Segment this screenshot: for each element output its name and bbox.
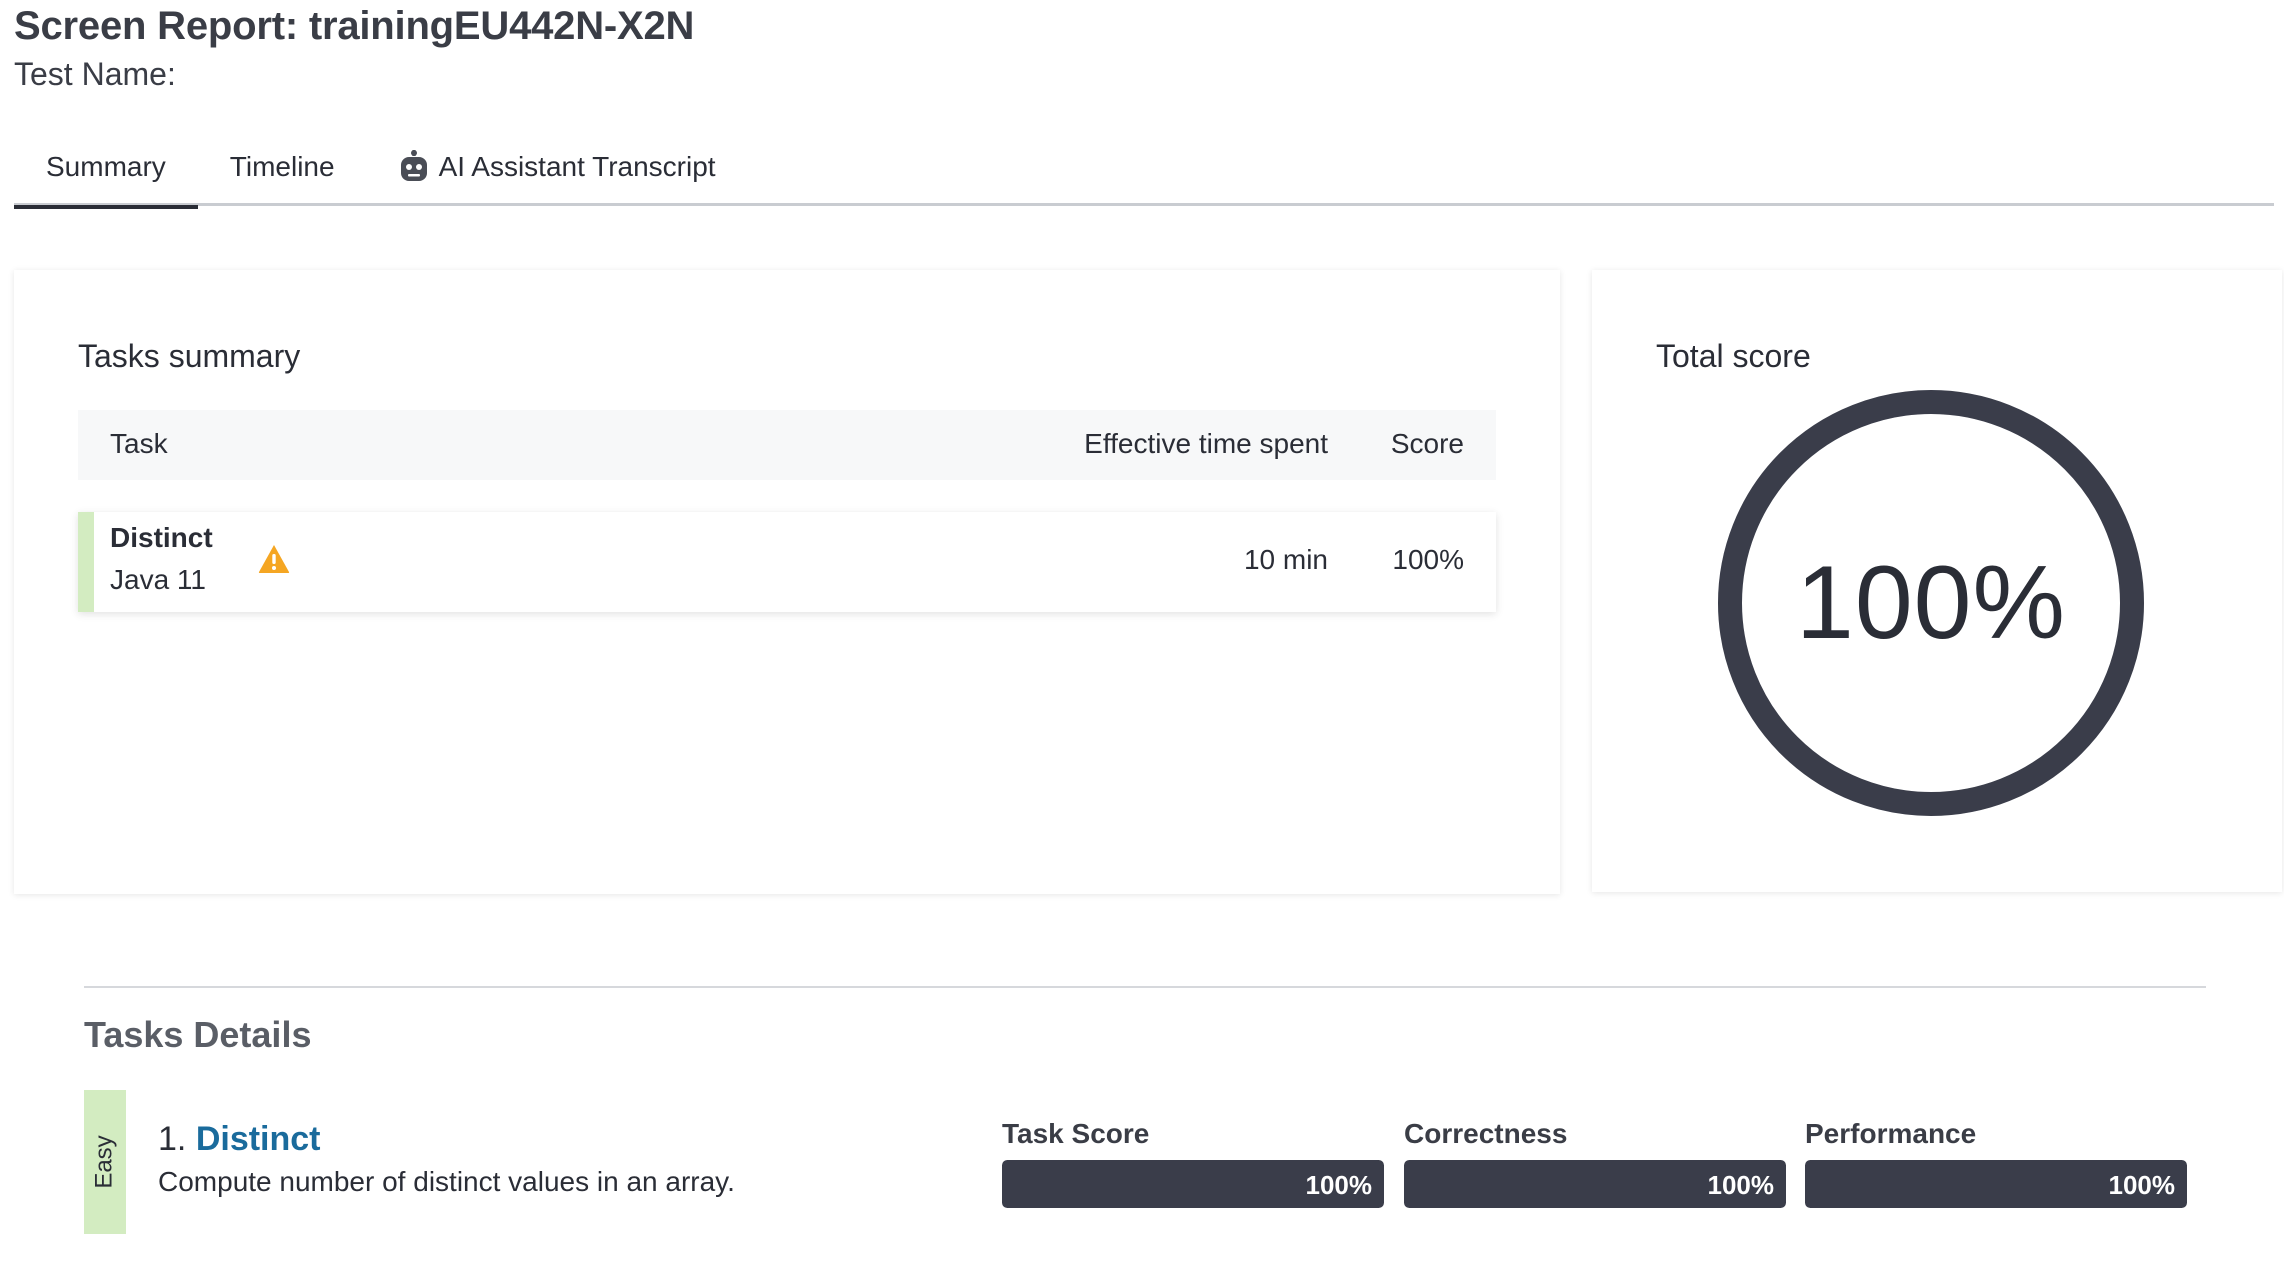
tasks-summary-heading: Tasks summary xyxy=(78,338,301,374)
correctness-bar: 100% xyxy=(1404,1160,1786,1208)
column-header-task: Task xyxy=(110,428,168,459)
detail-task-title: 1. Distinct xyxy=(158,1120,321,1159)
screen-report-page: Screen Report: trainingEU442N-X2N Test N… xyxy=(0,0,2284,1266)
test-name-label: Test Name: xyxy=(14,56,176,92)
tasks-summary-card: Tasks summary Task Effective time spent … xyxy=(14,270,1560,894)
task-description: Compute number of distinct values in an … xyxy=(158,1166,735,1197)
warning-icon[interactable] xyxy=(258,544,290,581)
total-score-value: 100% xyxy=(1796,544,2066,661)
task-number: 1. xyxy=(158,1120,187,1158)
tasks-details-heading: Tasks Details xyxy=(84,1014,312,1055)
metric-value: 100% xyxy=(1305,1170,1373,1200)
column-header-time: Effective time spent xyxy=(1084,428,1328,459)
tab-timeline[interactable]: Timeline xyxy=(198,128,367,206)
total-score-heading: Total score xyxy=(1656,338,1811,374)
metric-performance: Performance 100% xyxy=(1805,1118,2187,1208)
tab-summary[interactable]: Summary xyxy=(14,128,198,209)
tab-ai-assistant-transcript[interactable]: AI Assistant Transcript xyxy=(367,128,748,206)
table-row[interactable]: Distinct Java 11 10 min 100% xyxy=(78,512,1496,612)
tab-summary-label: Summary xyxy=(46,151,166,182)
performance-bar: 100% xyxy=(1805,1160,2187,1208)
metric-task-score: Task Score 100% xyxy=(1002,1118,1384,1208)
report-tabs: Summary Timeline AI Assistant Transcript xyxy=(14,128,2274,209)
column-header-score: Score xyxy=(1390,428,1464,459)
difficulty-badge: Easy xyxy=(84,1090,126,1234)
task-language: Java 11 xyxy=(110,564,206,595)
metric-value: 100% xyxy=(1707,1170,1775,1200)
robot-icon xyxy=(399,150,429,184)
metric-label: Performance xyxy=(1805,1118,1977,1149)
task-time-spent: 10 min xyxy=(1243,544,1328,575)
tasks-table-header: Task Effective time spent Score xyxy=(78,410,1496,480)
metric-value: 100% xyxy=(2108,1170,2176,1200)
section-divider xyxy=(84,986,2206,988)
difficulty-label: Easy xyxy=(91,1135,119,1189)
task-score: 100% xyxy=(1392,544,1464,575)
metric-correctness: Correctness 100% xyxy=(1404,1118,1786,1208)
total-score-card: Total score 100% xyxy=(1592,270,2282,892)
metric-label: Task Score xyxy=(1002,1118,1150,1149)
task-name-link[interactable]: Distinct xyxy=(196,1120,321,1158)
tab-ai-assistant-label: AI Assistant Transcript xyxy=(438,151,716,182)
page-title: Screen Report: trainingEU442N-X2N xyxy=(14,4,695,48)
metric-label: Correctness xyxy=(1404,1118,1568,1149)
task-score-bar: 100% xyxy=(1002,1160,1384,1208)
task-name: Distinct xyxy=(110,522,213,553)
tab-timeline-label: Timeline xyxy=(229,151,335,182)
